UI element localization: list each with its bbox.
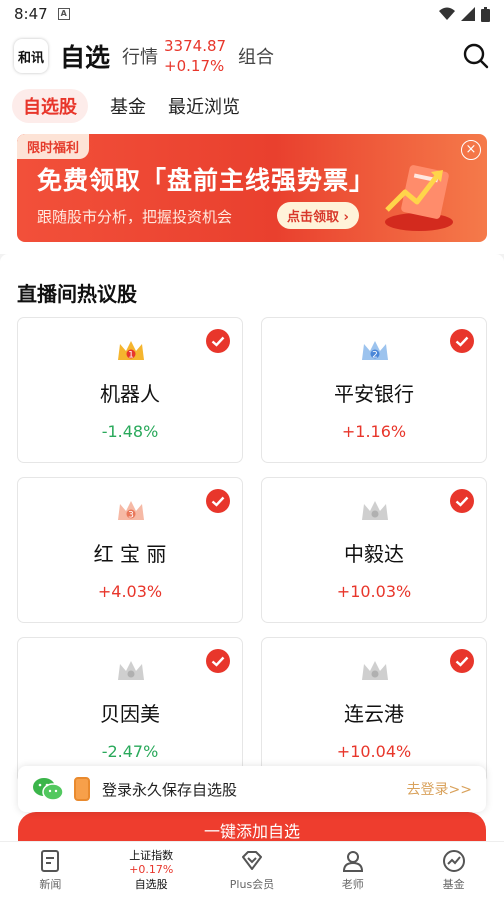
tab-teacher-label: 老师 <box>341 877 364 891</box>
stock-change: +1.16% <box>341 422 407 441</box>
signal-icon <box>461 7 475 21</box>
phone-icon[interactable] <box>74 777 90 801</box>
tab-fund[interactable]: 基金 <box>110 89 146 123</box>
crown-rank-number: 1 <box>128 351 134 361</box>
login-link[interactable]: 去登录>> <box>407 779 472 799</box>
index-change: +0.17% <box>164 57 225 75</box>
checkmark-icon[interactable] <box>450 329 474 353</box>
crown-rank-number: 2 <box>372 351 378 361</box>
tab-fund-bottom[interactable]: 基金 <box>403 842 504 897</box>
stock-name: 中毅达 <box>344 542 404 566</box>
tab-recent[interactable]: 最近浏览 <box>168 89 240 123</box>
tab-plus[interactable]: Plus会员 <box>202 842 303 897</box>
nav-portfolio[interactable]: 组合 <box>238 43 274 69</box>
app-logo: 和讯 <box>14 39 48 73</box>
stock-card[interactable]: 中毅达 +10.03% <box>261 477 487 623</box>
index-value: 3374.87 <box>164 37 227 55</box>
sub-tabs: 自选股 基金 最近浏览 <box>0 84 504 128</box>
stock-change: +10.03% <box>336 582 412 601</box>
wechat-icon[interactable] <box>32 777 64 801</box>
tab-watchlist-bottom[interactable]: 上证指数 +0.17% 自选股 <box>101 842 202 897</box>
notification-a-icon: A <box>57 8 70 20</box>
banner-container: 限时福利 免费领取「盘前主线强势票」 跟随股市分析，把握投资机会 点击领取 › … <box>0 128 504 254</box>
crown-grey-icon <box>362 661 388 680</box>
stock-card[interactable]: 2 平安银行 +1.16% <box>261 317 487 463</box>
crown-blue-icon: 2 <box>362 341 388 361</box>
stock-change: +10.04% <box>336 742 412 761</box>
tab-watchlist[interactable]: 自选股 <box>12 89 88 123</box>
checkmark-icon[interactable] <box>206 329 230 353</box>
tab-teacher[interactable]: 老师 <box>302 842 403 897</box>
tab-plus-label: Plus会员 <box>229 877 275 891</box>
banner-headline-a: 免费领取 <box>37 166 142 195</box>
section-title: 直播间热议股 <box>17 282 137 306</box>
checkmark-icon[interactable] <box>450 489 474 513</box>
battery-icon <box>481 6 490 22</box>
stock-name: 红 宝 丽 <box>93 542 167 566</box>
banner-subtitle: 跟随股市分析，把握投资机会 <box>37 208 233 226</box>
crown-grey-icon <box>362 501 388 520</box>
stock-card[interactable]: 连云港 +10.04% <box>261 637 487 783</box>
tab-watchlist-label: 自选股 <box>134 878 168 891</box>
stock-change: -2.47% <box>101 742 159 761</box>
banner-tag: 限时福利 <box>17 134 90 159</box>
banner-cta-button[interactable]: 点击领取 › <box>277 202 359 229</box>
search-icon[interactable] <box>462 42 490 70</box>
banner-close-button[interactable]: × <box>461 140 481 160</box>
stock-name: 机器人 <box>100 382 160 406</box>
index-quote[interactable]: 3374.87 +0.17% <box>164 36 226 76</box>
checkmark-icon[interactable] <box>206 489 230 513</box>
stock-card[interactable]: 贝因美 -2.47% <box>17 637 243 783</box>
tab-index-name: 上证指数 <box>129 849 174 862</box>
status-bar: 8:47 A <box>0 0 504 28</box>
news-icon <box>41 849 60 872</box>
login-prompt-bar[interactable]: 登录永久保存自选股 去登录>> <box>18 766 486 812</box>
chart-document-icon <box>385 165 453 231</box>
checkmark-icon[interactable] <box>450 649 474 673</box>
crown-bronze-icon: 3 <box>118 501 144 521</box>
tab-fund-label: 基金 <box>442 877 465 891</box>
stock-name: 连云港 <box>344 702 404 726</box>
stock-name: 平安银行 <box>334 382 414 406</box>
stock-change: +4.03% <box>97 582 163 601</box>
page-title: 自选 <box>60 43 111 72</box>
status-time: 8:47 <box>14 5 48 23</box>
diamond-icon <box>241 850 262 870</box>
status-icons <box>439 6 490 22</box>
nav-market[interactable]: 行情 <box>122 43 158 69</box>
tab-news[interactable]: 新闻 <box>0 842 101 897</box>
tab-news-label: 新闻 <box>39 877 62 891</box>
hot-stocks-panel: 直播间热议股 1 机器人 -1.48% 2 平安银行 +1.16% 3 红 宝 … <box>0 254 504 844</box>
stock-card[interactable]: 1 机器人 -1.48% <box>17 317 243 463</box>
wifi-icon <box>439 7 455 20</box>
stock-change: -1.48% <box>101 422 159 441</box>
crown-rank-number: 3 <box>128 511 134 521</box>
app-header: 和讯 自选 行情 3374.87 +0.17% 组合 <box>0 28 504 84</box>
teacher-icon <box>342 850 363 872</box>
crown-gold-icon: 1 <box>118 341 144 361</box>
banner-headline: 免费领取「盘前主线强势票」 <box>37 161 375 197</box>
promo-banner[interactable]: 限时福利 免费领取「盘前主线强势票」 跟随股市分析，把握投资机会 点击领取 › … <box>17 134 487 242</box>
stock-card[interactable]: 3 红 宝 丽 +4.03% <box>17 477 243 623</box>
tab-index-change: +0.17% <box>129 863 174 876</box>
banner-headline-b: 「盘前主线强势票」 <box>141 166 376 195</box>
bottom-tab-bar: 新闻 上证指数 +0.17% 自选股 Plus会员 老师 基金 <box>0 841 504 897</box>
stock-name: 贝因美 <box>100 702 160 726</box>
crown-grey-icon <box>118 661 144 680</box>
checkmark-icon[interactable] <box>206 649 230 673</box>
login-prompt-text: 登录永久保存自选股 <box>102 780 238 799</box>
trend-icon <box>442 849 465 872</box>
